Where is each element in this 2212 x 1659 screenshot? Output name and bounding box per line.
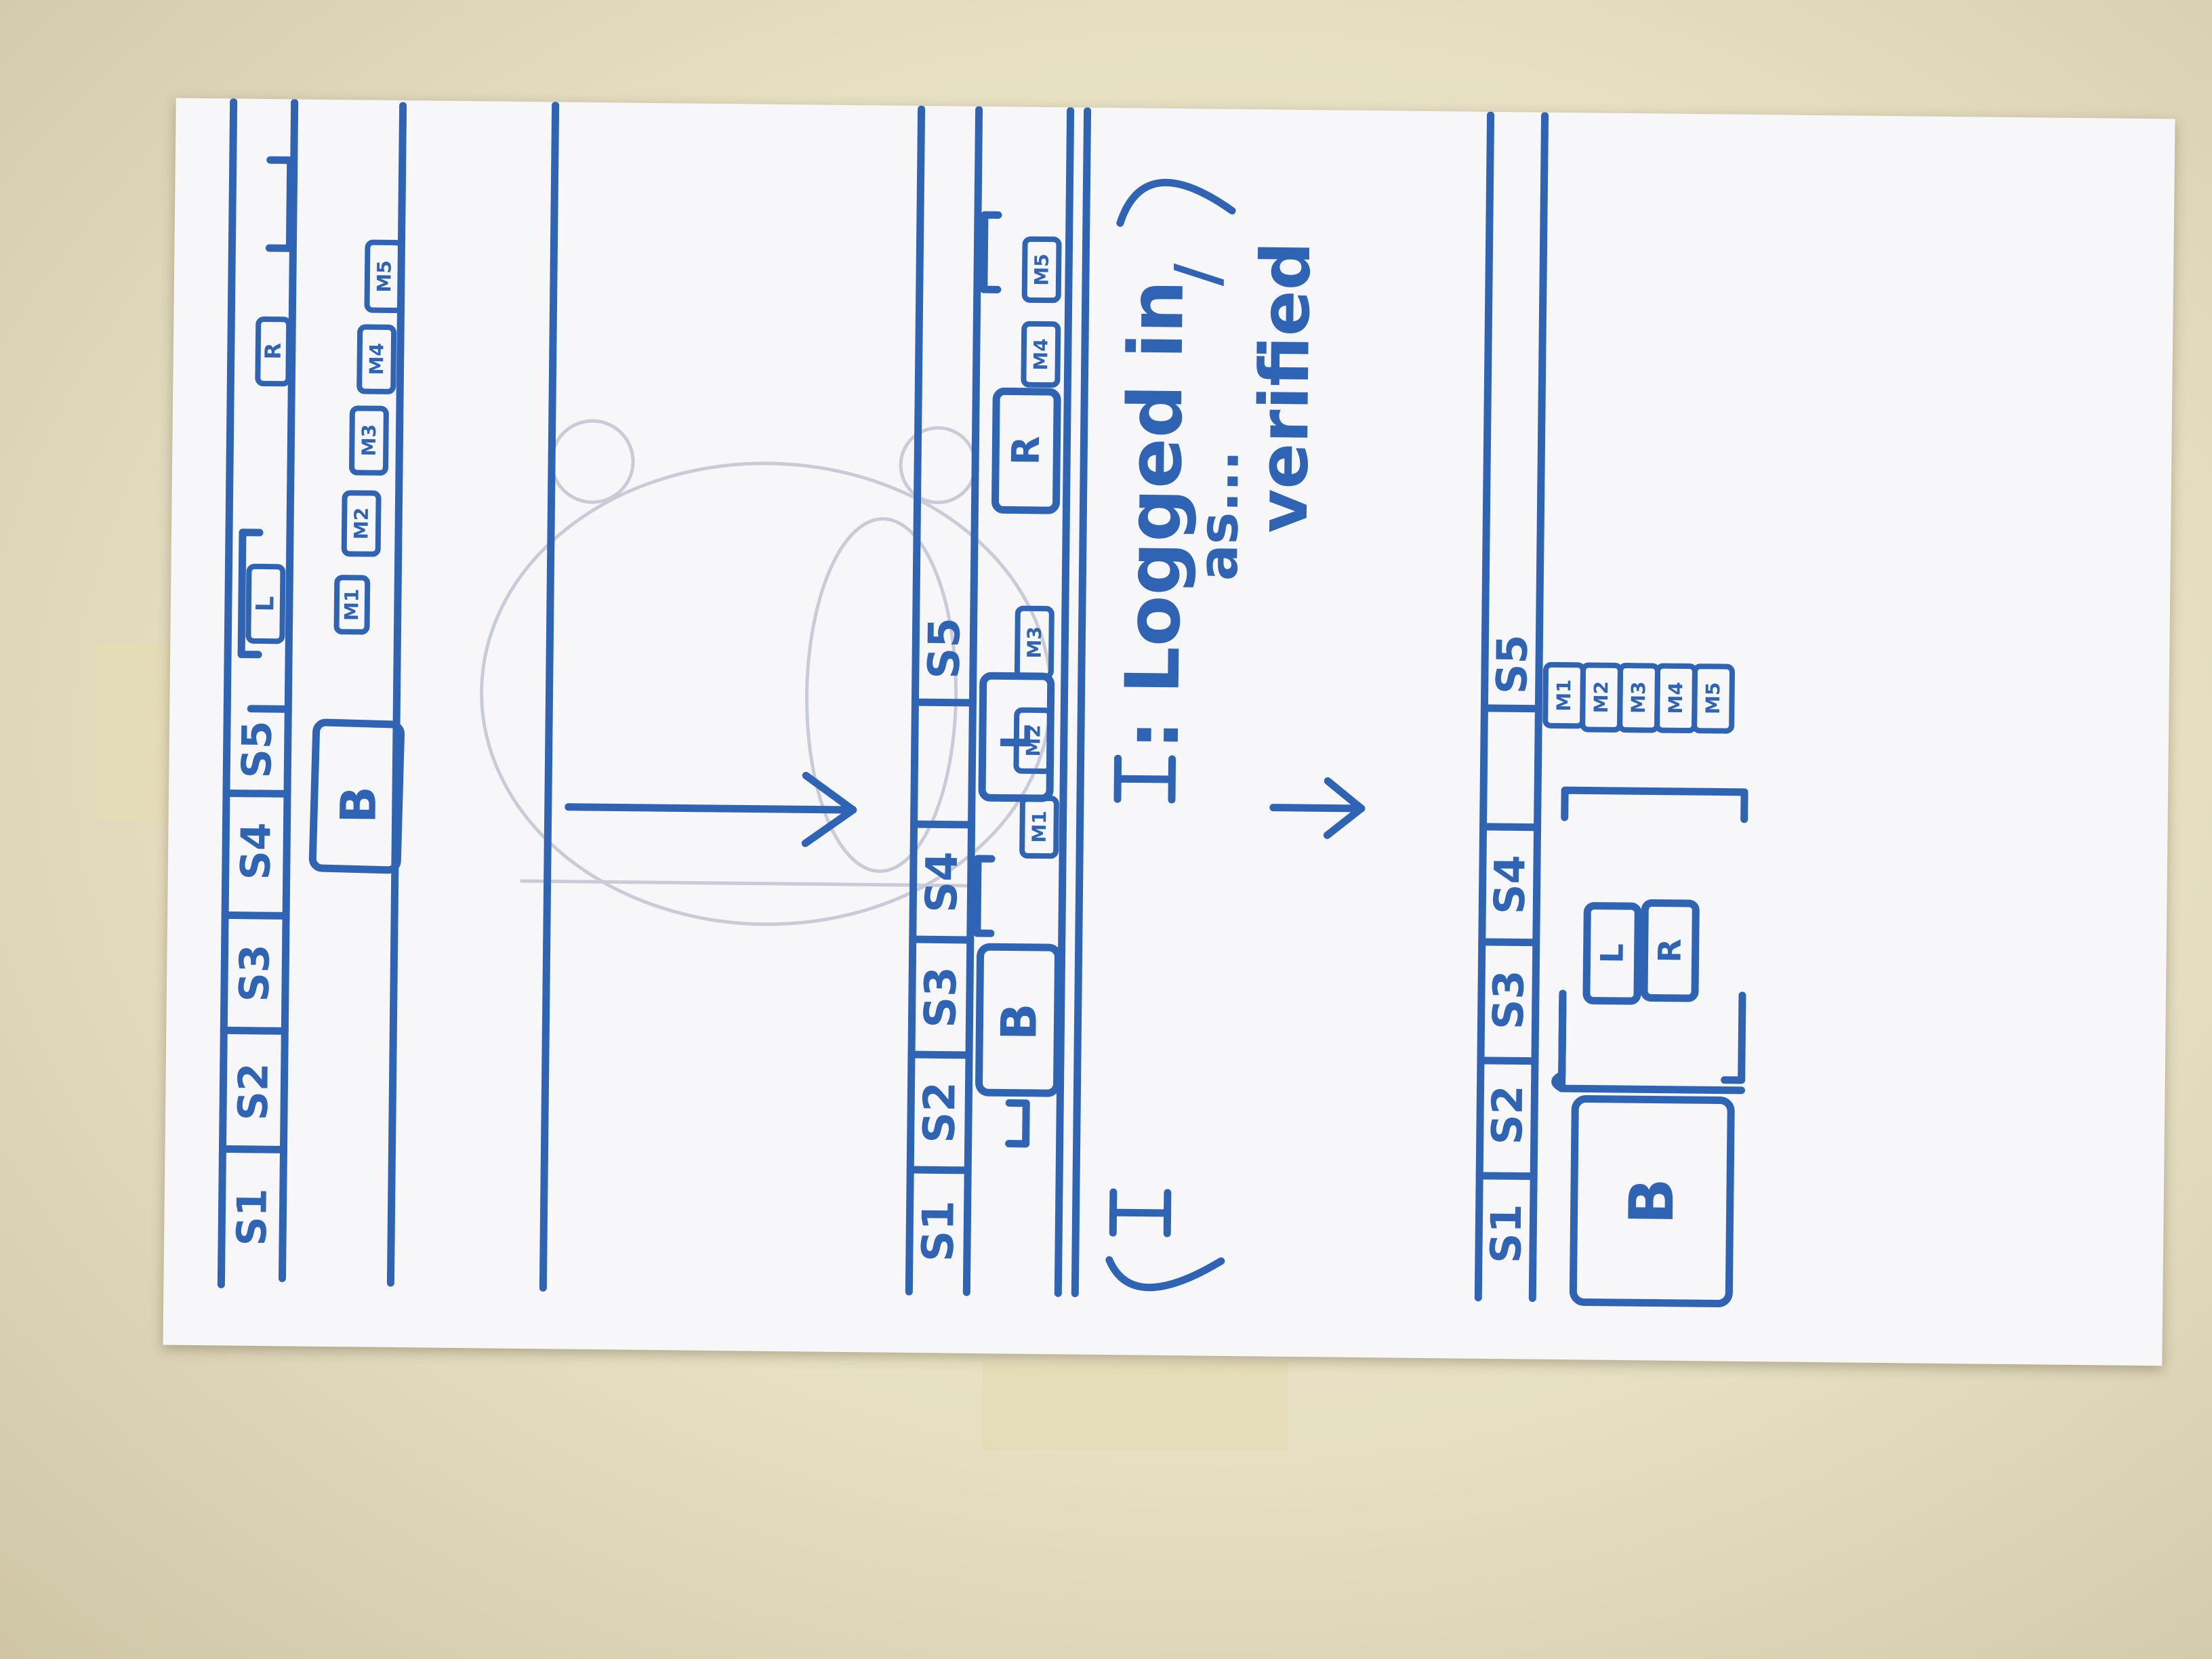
note-slash: / — [1162, 263, 1233, 286]
module-m3: M3 — [1617, 663, 1660, 733]
body-box: B — [1569, 1094, 1735, 1308]
svg-text:M1: M1 — [1028, 811, 1050, 843]
module-m2: M2 — [341, 490, 382, 557]
frame-divider — [1071, 107, 1092, 1298]
svg-text:S4: S4 — [1485, 855, 1535, 915]
tab-s3: S3 — [1483, 970, 1534, 1030]
svg-text:B: B — [330, 786, 388, 824]
svg-text:S1: S1 — [914, 1200, 964, 1262]
tab-s2: S2 — [230, 1063, 278, 1121]
note-text-verified: verified — [1244, 241, 1326, 533]
tab-s4: S4 — [917, 851, 968, 913]
svg-text:M2: M2 — [350, 508, 372, 540]
svg-text:S2: S2 — [915, 1082, 966, 1143]
module-m1: M1 — [1019, 795, 1059, 859]
svg-text:S1: S1 — [228, 1188, 276, 1246]
tab-s4: S4 — [1485, 855, 1535, 915]
module-m2: M2 — [1580, 662, 1623, 733]
frame-divider — [539, 101, 560, 1292]
note-text-as: as... — [1187, 450, 1251, 581]
svg-text:M3: M3 — [1627, 681, 1650, 714]
body-box: B — [975, 943, 1063, 1097]
right-box: R — [991, 387, 1061, 514]
svg-text:M3: M3 — [1023, 626, 1046, 659]
svg-text:S5: S5 — [1487, 634, 1537, 695]
tab-s2: S2 — [1482, 1085, 1532, 1145]
wireframe-sketch: S1 S2 S3 S4 S5 L R B M1 M2 M3 M4 M5 S1 S… — [217, 98, 1748, 1308]
module-m4: M4 — [356, 324, 397, 394]
svg-text:M1: M1 — [340, 589, 363, 621]
right-box: R — [255, 316, 292, 387]
module-m5: M5 — [1021, 236, 1062, 304]
svg-text:S3: S3 — [231, 944, 279, 1002]
svg-text:M2: M2 — [1590, 681, 1612, 714]
frame-3: S1 S2 S3 S4 S5 M1 M2 M3 M4 M5 L R B — [1474, 111, 1748, 1308]
module-m4: M4 — [1654, 663, 1698, 734]
login-note: [ ] : Logged in as... / verified — [1105, 178, 1326, 1292]
svg-text:S4: S4 — [232, 822, 281, 880]
svg-text:R: R — [1004, 436, 1048, 466]
svg-text:S3: S3 — [1483, 970, 1534, 1030]
module-m5: M5 — [1692, 663, 1735, 734]
svg-text:M5: M5 — [1702, 682, 1724, 715]
module-m5: M5 — [364, 239, 405, 314]
svg-text:R: R — [260, 343, 286, 360]
svg-text:R: R — [1651, 939, 1687, 963]
module-m4: M4 — [1021, 321, 1061, 388]
svg-text:L: L — [1593, 943, 1630, 964]
svg-text:L: L — [251, 596, 279, 611]
body-box: B — [308, 718, 405, 874]
frame-2: S1 S2 S3 S4 S5 B L R M1 M2 M3 M4 M5 — [905, 105, 1075, 1297]
left-box: L — [1582, 902, 1642, 1005]
left-box: L — [245, 563, 286, 644]
svg-text:M1: M1 — [1553, 679, 1575, 712]
tab-s3: S3 — [916, 966, 966, 1028]
svg-text:M4: M4 — [365, 343, 388, 375]
svg-text:M5: M5 — [1030, 253, 1052, 286]
tab-s2: S2 — [915, 1082, 966, 1143]
module-m1: M1 — [1542, 661, 1586, 729]
tab-s4: S4 — [232, 822, 281, 880]
right-box: R — [1640, 899, 1700, 1002]
tab-s1: S1 — [1481, 1204, 1531, 1264]
svg-text:S5: S5 — [233, 720, 281, 779]
svg-text:S3: S3 — [916, 966, 966, 1028]
svg-text:S5: S5 — [920, 617, 970, 679]
svg-text:M4: M4 — [1029, 338, 1052, 371]
note-text-logged-in: : Logged in — [1109, 280, 1200, 750]
svg-text:M4: M4 — [1664, 682, 1687, 714]
svg-text:S2: S2 — [230, 1063, 278, 1121]
arrow-1: → — [565, 771, 857, 847]
arrow-2: → — [1269, 777, 1366, 839]
tab-s5: S5 — [920, 617, 970, 679]
module-m3: M3 — [349, 405, 389, 476]
paper-sheet: S1 S2 S3 S4 S5 L R B M1 M2 M3 M4 M5 S1 S… — [163, 98, 2175, 1366]
module-m1: M1 — [333, 575, 371, 635]
svg-text:S2: S2 — [1482, 1085, 1532, 1145]
svg-text:M2: M2 — [1022, 724, 1044, 757]
tab-s3: S3 — [231, 944, 279, 1002]
svg-text:M5: M5 — [373, 260, 395, 293]
tab-s1: S1 — [228, 1188, 276, 1246]
svg-text:S4: S4 — [917, 851, 968, 913]
tab-s5: S5 — [233, 720, 281, 779]
frame-1: S1 S2 S3 S4 S5 L R B M1 M2 M3 M4 M5 — [217, 98, 407, 1288]
bracket-placeholder: [ ] — [1109, 754, 1176, 1237]
svg-text:B: B — [1616, 1178, 1688, 1225]
svg-text:B: B — [990, 1003, 1048, 1041]
tab-s1: S1 — [914, 1200, 964, 1262]
svg-text:M3: M3 — [358, 424, 380, 457]
tab-s5: S5 — [1487, 634, 1537, 695]
svg-text:S1: S1 — [1481, 1204, 1531, 1264]
